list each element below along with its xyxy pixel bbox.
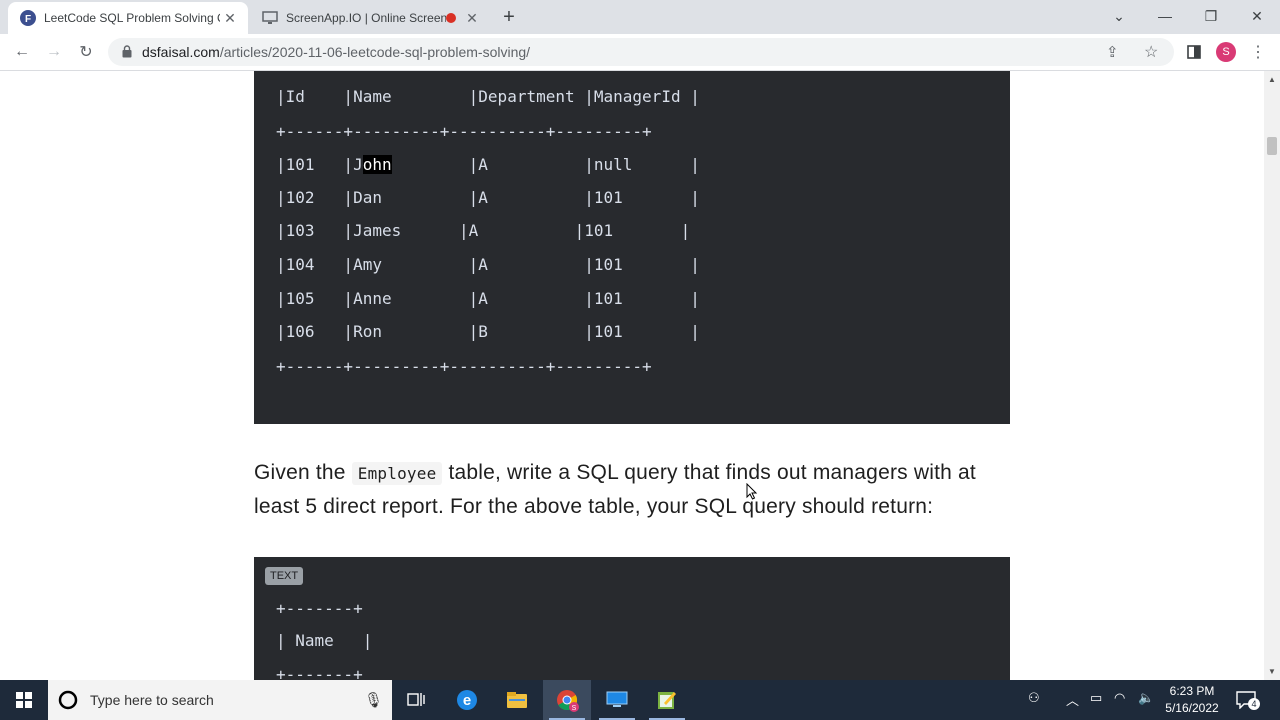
code-line: |101 |John |A |null | xyxy=(276,155,700,175)
close-window-button[interactable]: ✕ xyxy=(1242,4,1272,28)
code-line-start: |101 |J xyxy=(276,155,363,174)
side-panel-icon[interactable] xyxy=(1182,40,1206,64)
code-line: |103 |James |A |101 | xyxy=(276,221,691,240)
minimize-button[interactable]: — xyxy=(1150,4,1180,28)
show-hidden-icons-chevron-icon[interactable]: ︿ xyxy=(1066,690,1079,709)
code-line: +-------+ xyxy=(276,665,363,680)
recording-icon xyxy=(446,13,456,23)
file-explorer-icon[interactable] xyxy=(493,680,541,720)
scroll-down-arrow-icon[interactable]: ▼ xyxy=(1268,667,1276,676)
clock-date: 5/16/2022 xyxy=(1165,701,1219,715)
code-line: +-------+ xyxy=(276,599,363,618)
chrome-profile-badge: S xyxy=(572,705,577,712)
address-bar[interactable]: dsfaisal.com/articles/2020-11-06-leetcod… xyxy=(108,38,1174,66)
code-line: |105 |Anne |A |101 | xyxy=(276,289,700,308)
wifi-icon[interactable]: ◠ xyxy=(1114,690,1125,706)
code-block-result: TEXT +-------+ | Name | +-------+ xyxy=(254,557,1010,680)
windows-logo-icon xyxy=(16,692,32,708)
bookmark-star-icon[interactable]: ☆ xyxy=(1144,42,1158,62)
taskbar-search-box[interactable]: Type here to search 🎙 xyxy=(48,680,392,720)
vertical-scrollbar[interactable]: ▲ ▼ xyxy=(1264,71,1280,680)
cortana-icon xyxy=(58,690,78,710)
forward-button[interactable]: → xyxy=(42,40,66,64)
battery-icon[interactable]: ▭ xyxy=(1090,690,1102,706)
code-block-employee-table: +------+---------+----------+---------+ … xyxy=(254,71,1010,424)
code-line: +------+---------+----------+---------+ xyxy=(276,71,652,74)
language-badge: TEXT xyxy=(265,567,304,585)
share-icon[interactable]: ⇪ xyxy=(1106,43,1119,61)
paragraph-text: Given the xyxy=(254,461,352,484)
start-button[interactable] xyxy=(0,680,48,720)
code-line: +------+---------+----------+---------+ xyxy=(276,122,652,141)
tab-screenapp[interactable]: ScreenApp.IO | Online Screen ✕ xyxy=(250,2,490,34)
chrome-icon[interactable]: S xyxy=(543,680,591,720)
code-line: +------+---------+----------+---------+ xyxy=(276,357,652,376)
close-tab-icon[interactable]: ✕ xyxy=(462,8,482,28)
url-text: dsfaisal.com/articles/2020-11-06-leetcod… xyxy=(142,44,530,60)
scroll-up-arrow-icon[interactable]: ▲ xyxy=(1268,75,1276,84)
code-line: |104 |Amy |A |101 | xyxy=(276,255,700,274)
monitor-icon xyxy=(262,10,278,26)
code-line: |Id |Name |Department |ManagerId | xyxy=(276,87,700,106)
volume-icon[interactable]: 🔈 xyxy=(1138,690,1154,706)
clock-time: 6:23 PM xyxy=(1169,684,1215,698)
tab-title: LeetCode SQL Problem Solving Q xyxy=(44,11,220,25)
scrollbar-thumb[interactable] xyxy=(1267,137,1277,155)
profile-avatar[interactable]: S xyxy=(1216,42,1236,62)
code-line: | Name | xyxy=(276,631,373,650)
url-path: /articles/2020-11-06-leetcode-sql-proble… xyxy=(219,44,531,60)
windows-taskbar: Type here to search 🎙 e S ⚇ ︿ ▭ ◠ 🔈 6:23… xyxy=(0,680,1280,720)
remote-desktop-icon[interactable] xyxy=(593,680,641,720)
svg-text:e: e xyxy=(463,692,471,709)
notification-center-icon[interactable]: 4 xyxy=(1236,689,1260,711)
url-domain: dsfaisal.com xyxy=(142,44,220,60)
notepad-app-icon[interactable] xyxy=(643,680,691,720)
new-tab-button[interactable]: + xyxy=(498,6,520,28)
favicon-letter: F xyxy=(25,14,31,25)
dsfaisal-favicon: F xyxy=(20,10,36,26)
back-button[interactable]: ← xyxy=(10,40,34,64)
menu-kebab-icon[interactable]: ⋮ xyxy=(1246,40,1270,64)
microphone-icon[interactable]: 🎙 xyxy=(364,691,383,709)
inline-code-employee: Employee xyxy=(351,462,443,485)
people-icon[interactable]: ⚇ xyxy=(1028,690,1040,706)
code-line: |106 |Ron |B |101 | xyxy=(276,322,700,341)
page-content: +------+---------+----------+---------+ … xyxy=(0,71,1264,680)
browser-toolbar: ← → ↻ dsfaisal.com/articles/2020-11-06-l… xyxy=(0,34,1280,71)
tab-title: ScreenApp.IO | Online Screen xyxy=(286,11,446,25)
tab-leetcode[interactable]: F LeetCode SQL Problem Solving Q ✕ xyxy=(8,2,248,34)
notification-count: 4 xyxy=(1248,698,1260,710)
mouse-cursor-icon xyxy=(746,483,758,500)
lock-icon xyxy=(122,45,132,63)
selected-text[interactable]: ohn xyxy=(362,155,392,174)
search-placeholder: Type here to search xyxy=(90,692,214,708)
system-clock[interactable]: 6:23 PM 5/16/2022 xyxy=(1154,683,1230,717)
code-line-rest: |A |null | xyxy=(391,155,700,174)
edge-icon[interactable]: e xyxy=(443,680,491,720)
restore-button[interactable]: ❐ xyxy=(1196,4,1226,28)
problem-paragraph: Given the Employee table, write a SQL qu… xyxy=(254,456,1024,523)
code-line: |102 |Dan |A |101 | xyxy=(276,188,700,207)
task-view-icon[interactable] xyxy=(392,680,440,720)
close-tab-icon[interactable]: ✕ xyxy=(220,8,240,28)
reload-button[interactable]: ↻ xyxy=(74,40,98,64)
tab-search-chevron-icon[interactable]: ⌄ xyxy=(1104,4,1134,28)
tab-strip: F LeetCode SQL Problem Solving Q ✕ Scree… xyxy=(0,0,1280,34)
